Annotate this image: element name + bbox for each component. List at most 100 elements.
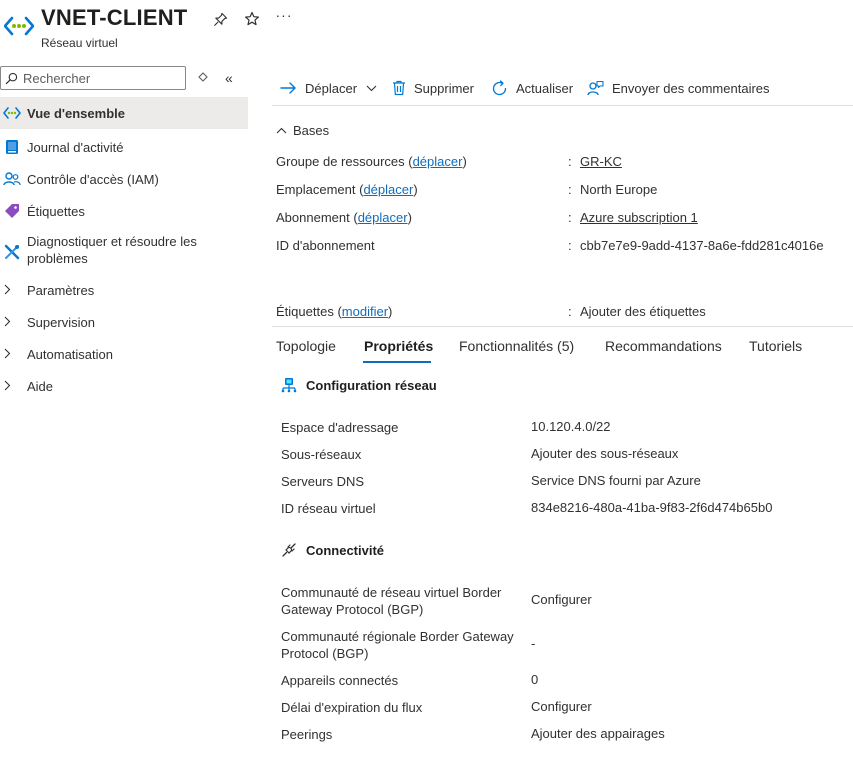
sidebar-item-iam[interactable]: Contrôle d'accès (IAM) — [0, 169, 248, 189]
chevron-right-icon — [3, 379, 23, 394]
trash-icon — [393, 80, 405, 96]
refresh-button[interactable]: Actualiser — [491, 78, 573, 98]
delete-label: Supprimer — [414, 80, 474, 96]
section-title-text: Configuration réseau — [306, 377, 437, 393]
refresh-icon — [492, 79, 507, 95]
vnet-id-value: 834e8216-480a-41ba-9f83-2f6d474b65b0 — [531, 500, 773, 515]
colon-separator: : — [568, 210, 572, 225]
refresh-label: Actualiser — [516, 80, 574, 96]
collapse-sidebar-button[interactable]: « — [225, 70, 233, 86]
sidebar-item-overview[interactable]: Vue d'ensemble — [0, 97, 248, 129]
vnet-id-label: ID réseau virtuel — [281, 501, 376, 516]
regional-bgp-value: - — [531, 636, 536, 651]
subscription-link[interactable]: Azure subscription 1 — [580, 210, 698, 225]
location-label: Emplacement (déplacer) — [276, 182, 418, 197]
essentials-label-text: Emplacement — [276, 182, 356, 197]
section-title-text: Connectivité — [306, 542, 385, 558]
essentials-label-text: Groupe de ressources — [276, 154, 405, 169]
essentials-title: Bases — [293, 123, 330, 138]
tab-tutorials[interactable]: Tutoriels — [749, 338, 802, 354]
more-options-button[interactable]: ··· — [275, 6, 293, 24]
virtual-network-icon — [3, 14, 35, 38]
sidebar-item-settings[interactable]: Paramètres — [0, 280, 248, 300]
sidebar-item-help[interactable]: Aide — [0, 376, 248, 396]
tags-label: Étiquettes (modifier) — [276, 304, 393, 319]
address-space-label: Espace d'adressage — [281, 420, 399, 435]
iam-people-icon — [2, 169, 22, 189]
essentials-label-text: Étiquettes — [276, 304, 334, 319]
arrow-right-icon — [280, 82, 296, 94]
connected-devices-label: Appareils connectés — [281, 673, 399, 688]
tag-icon — [2, 201, 22, 221]
sidebar-item-label: Étiquettes — [27, 203, 85, 219]
colon-separator: : — [568, 238, 572, 253]
chevron-right-icon — [3, 283, 23, 298]
tab-topology[interactable]: Topologie — [276, 338, 336, 354]
essentials-toggle[interactable]: Bases — [276, 123, 329, 138]
sidebar-search-input[interactable]: Rechercher — [0, 66, 186, 90]
tab-properties[interactable]: Propriétés — [364, 338, 433, 354]
configure-bgp-link[interactable]: Configurer — [531, 592, 592, 607]
move-button[interactable]: Déplacer — [280, 78, 377, 98]
location-value: North Europe — [580, 182, 658, 197]
favorite-star-icon[interactable] — [243, 10, 261, 28]
sidebar-item-tags[interactable]: Étiquettes — [0, 201, 248, 221]
chevron-right-icon — [3, 347, 23, 362]
dns-servers-link[interactable]: Service DNS fourni par Azure — [531, 473, 701, 488]
sidebar-item-label: Diagnostiquer et résoudre les problèmes — [27, 234, 197, 266]
sidebar-item-activity-log[interactable]: Journal d'activité — [0, 137, 248, 157]
bgp-community-label: Communauté de réseau virtuel Border Gate… — [281, 585, 502, 617]
subscription-id-value: cbb7e7e9-9add-4137-8a6e-fdd281c4016e — [580, 238, 824, 253]
delete-button[interactable]: Supprimer — [392, 78, 474, 98]
page-title: VNET-CLIENT — [41, 5, 188, 30]
connected-devices-link[interactable]: 0 — [531, 672, 538, 687]
search-placeholder: Rechercher — [23, 70, 91, 86]
chevron-up-icon — [276, 127, 287, 134]
sidebar-item-label: Contrôle d'accès (IAM) — [27, 171, 159, 187]
active-tab-indicator — [363, 361, 431, 363]
send-feedback-button[interactable]: Envoyer des commentaires — [587, 78, 770, 98]
chevron-right-icon — [3, 315, 23, 330]
sidebar-item-automation[interactable]: Automatisation — [0, 344, 248, 364]
colon-separator: : — [568, 182, 572, 197]
send-feedback-label: Envoyer des commentaires — [612, 80, 770, 96]
flow-timeout-label: Délai d'expiration du flux — [281, 700, 423, 715]
tab-capabilities[interactable]: Fonctionnalités (5) — [459, 338, 574, 354]
resource-group-label: Groupe de ressources (déplacer) — [276, 154, 467, 169]
resource-type-subtitle: Réseau virtuel — [41, 36, 118, 50]
feedback-person-icon — [587, 80, 604, 95]
essentials-divider — [272, 326, 853, 327]
move-label: Déplacer — [305, 80, 358, 96]
move-location-link[interactable]: déplacer — [363, 182, 413, 197]
colon-separator: : — [568, 154, 572, 169]
network-config-section-title: Configuration réseau — [281, 377, 437, 393]
sidebar-item-monitoring[interactable]: Supervision — [0, 312, 248, 332]
filter-diamond-icon[interactable] — [196, 70, 210, 84]
address-space-link[interactable]: 10.120.4.0/22 — [531, 419, 611, 434]
resource-group-link[interactable]: GR-KC — [580, 154, 622, 169]
add-subnets-link[interactable]: Ajouter des sous-réseaux — [531, 446, 678, 461]
essentials-label-text: Abonnement — [276, 210, 350, 225]
sidebar-item-label: Aide — [27, 378, 54, 394]
plug-icon — [282, 543, 296, 557]
regional-bgp-label: Communauté régionale Border Gateway Prot… — [281, 629, 514, 661]
subscription-id-label: ID d'abonnement — [276, 238, 375, 253]
connectivity-section-title: Connectivité — [281, 542, 384, 558]
sidebar-item-label: Vue d'ensemble — [27, 105, 125, 121]
chevron-down-icon — [366, 85, 377, 91]
pin-icon[interactable] — [211, 10, 229, 28]
edit-tags-link[interactable]: modifier — [342, 304, 388, 319]
add-tags-link[interactable]: Ajouter des étiquettes — [580, 304, 706, 319]
subnets-label: Sous-réseaux — [281, 447, 362, 462]
configure-flow-timeout-link[interactable]: Configurer — [531, 699, 592, 714]
tab-recommendations[interactable]: Recommandations — [605, 338, 722, 354]
add-peerings-link[interactable]: Ajouter des appairages — [531, 726, 665, 741]
network-config-icon — [281, 378, 297, 393]
sidebar-item-label: Journal d'activité — [27, 139, 124, 155]
sidebar-item-diagnose[interactable]: Diagnostiquer et résoudre les problèmes — [0, 233, 248, 269]
activity-log-icon — [2, 137, 22, 157]
move-resource-group-link[interactable]: déplacer — [413, 154, 463, 169]
sidebar-item-label: Paramètres — [27, 282, 95, 298]
vnet-icon — [2, 103, 22, 123]
move-subscription-link[interactable]: déplacer — [358, 210, 408, 225]
